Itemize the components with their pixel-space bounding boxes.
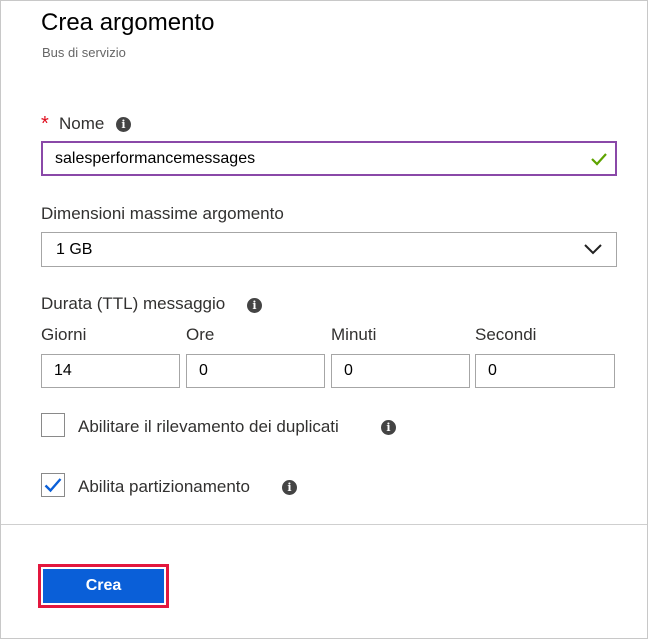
ttl-days-label: Giorni [41,325,87,344]
info-icon[interactable]: i [116,117,131,132]
partitioning-checkbox[interactable] [41,473,65,497]
partitioning-label: Abilita partizionamento [78,477,250,496]
ttl-days-input[interactable]: 14 [41,354,180,388]
info-icon[interactable]: i [381,420,396,435]
max-size-label: Dimensioni massime argomento [41,204,284,223]
create-topic-panel: Crea argomento Bus di servizio * Nome i … [0,0,648,639]
info-icon[interactable]: i [282,480,297,495]
duplicate-detection-label: Abilitare il rilevamento dei duplicati [78,417,339,436]
max-size-value: 1 GB [56,240,93,258]
create-button[interactable]: Crea [43,569,164,603]
name-label: Nome [59,114,105,133]
page-subtitle: Bus di servizio [42,45,126,60]
ttl-seconds-label: Secondi [475,325,537,344]
max-size-select[interactable]: 1 GB [41,232,617,267]
ttl-minutes-label: Minuti [331,325,377,344]
ttl-hours-input[interactable]: 0 [186,354,325,388]
required-indicator: * [41,113,49,135]
name-input-value: salesperformancemessages [55,149,256,167]
ttl-seconds-input[interactable]: 0 [475,354,615,388]
ttl-minutes-input[interactable]: 0 [331,354,470,388]
duplicate-detection-checkbox[interactable] [41,413,65,437]
ttl-label: Durata (TTL) messaggio [41,294,226,313]
checkmark-icon [44,478,62,493]
chevron-down-icon [584,244,602,255]
info-icon[interactable]: i [247,298,262,313]
name-input[interactable]: salesperformancemessages [41,141,617,176]
ttl-seconds-value: 0 [488,362,497,379]
page-title: Crea argomento [41,9,215,36]
ttl-hours-value: 0 [199,362,208,379]
ttl-hours-label: Ore [186,325,215,344]
ttl-minutes-value: 0 [344,362,353,379]
ttl-days-value: 14 [54,362,72,379]
checkmark-icon [591,153,607,166]
footer-divider [1,524,647,525]
